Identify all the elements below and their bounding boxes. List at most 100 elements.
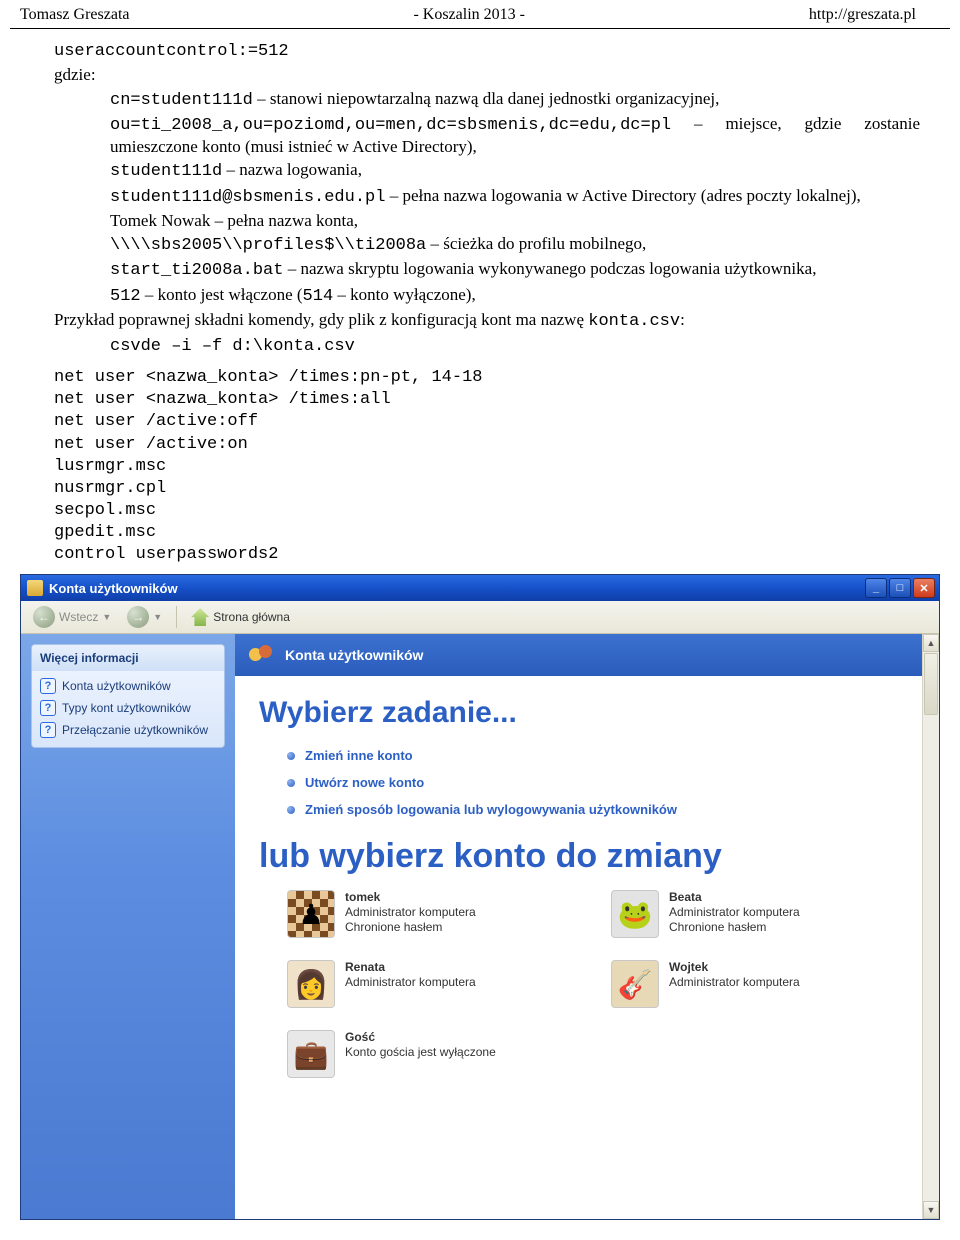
task-label: Zmień inne konto <box>305 748 413 763</box>
task-change-account[interactable]: Zmień inne konto <box>287 748 915 763</box>
text-inline: – konto wyłączone), <box>333 285 476 304</box>
avatar: 💼 <box>287 1030 335 1078</box>
user-accounts-window: Konta użytkowników _ □ ✕ ← Wstecz ▼ → ▼ … <box>20 574 940 1220</box>
user-note: Chronione hasłem <box>669 920 800 935</box>
sidebar-link-accounts[interactable]: ? Konta użytkowników <box>32 675 224 697</box>
code-inline: cn=student111d <box>110 91 253 110</box>
cmd-line: gpedit.msc <box>54 522 920 544</box>
main-banner: Konta użytkowników <box>235 634 939 676</box>
cmd-line: lusrmgr.msc <box>54 456 920 478</box>
sidebar-link-switch-users[interactable]: ? Przełączanie użytkowników <box>32 719 224 741</box>
cmd-line: nusrmgr.cpl <box>54 478 920 500</box>
task-change-logon[interactable]: Zmień sposób logowania lub wylogowywania… <box>287 802 915 817</box>
code-inline: ou=ti_2008_a,ou=poziomd,ou=men,dc=sbsmen… <box>110 116 671 135</box>
code-inline: \\\\sbs2005\\profiles$\\ti2008a <box>110 236 426 255</box>
cmd-line: net user <nazwa_konta> /times:all <box>54 389 920 411</box>
help-icon: ? <box>40 722 56 738</box>
close-button[interactable]: ✕ <box>913 578 935 598</box>
avatar: 🎸 <box>611 960 659 1008</box>
arrow-left-icon: ← <box>33 606 55 628</box>
code-inline: student111d <box>110 162 222 181</box>
vertical-scrollbar[interactable]: ▲ ▼ <box>922 634 939 1219</box>
cmd-line: net user /active:off <box>54 411 920 433</box>
sidebar-card-title: Więcej informacji <box>32 645 224 671</box>
titlebar[interactable]: Konta użytkowników _ □ ✕ <box>21 575 939 601</box>
user-tile-guest[interactable]: 💼 Gość Konto gościa jest wyłączone <box>287 1030 591 1078</box>
toolbar: ← Wstecz ▼ → ▼ Strona główna <box>21 601 939 634</box>
task-label: Utwórz nowe konto <box>305 775 424 790</box>
user-name: Renata <box>345 960 476 975</box>
banner-title: Konta użytkowników <box>285 647 423 663</box>
minimize-button[interactable]: _ <box>865 578 887 598</box>
header-right: http://greszata.pl <box>809 6 916 24</box>
text-inline: – stanowi niepowtarzalną nazwą dla danej… <box>253 89 720 108</box>
user-tile-wojtek[interactable]: 🎸 Wojtek Administrator komputera <box>611 960 915 1008</box>
help-icon: ? <box>40 678 56 694</box>
home-button[interactable]: Strona główna <box>185 606 296 628</box>
text-inline: Przykład poprawnej składni komendy, gdy … <box>54 310 588 329</box>
arrow-right-icon: → <box>127 606 149 628</box>
cmd-line: secpol.msc <box>54 500 920 522</box>
user-name: Wojtek <box>669 960 800 975</box>
app-icon <box>27 580 43 596</box>
document-body: useraccountcontrol:=512 gdzie: cn=studen… <box>10 29 950 574</box>
code-inline: 512 <box>110 287 141 306</box>
task-create-account[interactable]: Utwórz nowe konto <box>287 775 915 790</box>
back-button[interactable]: ← Wstecz ▼ <box>27 604 117 630</box>
header-left: Tomasz Greszata <box>20 6 130 24</box>
code-inline: student111d@sbsmenis.edu.pl <box>110 188 385 207</box>
forward-button[interactable]: → ▼ <box>121 604 168 630</box>
sidebar-link-label: Typy kont użytkowników <box>62 701 191 715</box>
text-line: Tomek Nowak – pełna nazwa konta, <box>54 210 920 231</box>
code-inline: 514 <box>303 287 334 306</box>
avatar: ♟ <box>287 890 335 938</box>
scroll-thumb[interactable] <box>924 653 938 715</box>
command-block: net user <nazwa_konta> /times:pn-pt, 14-… <box>54 367 920 566</box>
user-role: Administrator komputera <box>345 905 476 920</box>
scroll-up-button[interactable]: ▲ <box>923 634 939 652</box>
page-header: Tomasz Greszata - Koszalin 2013 - http:/… <box>10 0 950 29</box>
home-label: Strona główna <box>213 610 290 624</box>
bullet-icon <box>287 806 295 814</box>
text-inline: – nazwa logowania, <box>222 160 362 179</box>
users-icon <box>249 644 275 666</box>
choose-account-heading: lub wybierz konto do zmiany <box>259 837 915 876</box>
user-tile-tomek[interactable]: ♟ tomek Administrator komputera Chronion… <box>287 890 591 938</box>
user-role: Konto gościa jest wyłączone <box>345 1045 496 1060</box>
back-label: Wstecz <box>59 610 98 624</box>
home-icon <box>191 608 209 626</box>
sidebar-link-label: Przełączanie użytkowników <box>62 723 208 737</box>
cmd-line: net user /active:on <box>54 434 920 456</box>
task-label: Zmień sposób logowania lub wylogowywania… <box>305 802 677 817</box>
text-inline: – konto jest włączone ( <box>141 285 303 304</box>
scroll-down-button[interactable]: ▼ <box>923 1201 939 1219</box>
code-inline: konta.csv <box>588 312 680 331</box>
sidebar: Więcej informacji ? Konta użytkowników ?… <box>21 634 235 1219</box>
sidebar-link-label: Konta użytkowników <box>62 679 171 693</box>
avatar: 🐸 <box>611 890 659 938</box>
user-name: Gość <box>345 1030 496 1045</box>
text-line: gdzie: <box>54 64 920 85</box>
help-icon: ? <box>40 700 56 716</box>
user-tile-beata[interactable]: 🐸 Beata Administrator komputera Chronion… <box>611 890 915 938</box>
users-grid: ♟ tomek Administrator komputera Chronion… <box>287 890 915 1078</box>
text-inline: : <box>680 310 685 329</box>
maximize-button[interactable]: □ <box>889 578 911 598</box>
user-name: Beata <box>669 890 800 905</box>
cmd-line: net user <nazwa_konta> /times:pn-pt, 14-… <box>54 367 920 389</box>
bullet-icon <box>287 779 295 787</box>
code-line: useraccountcontrol:=512 <box>54 42 289 61</box>
dropdown-icon: ▼ <box>102 612 111 622</box>
user-note: Chronione hasłem <box>345 920 476 935</box>
choose-task-heading: Wybierz zadanie... <box>259 696 915 730</box>
code-inline: start_ti2008a.bat <box>110 261 283 280</box>
scroll-track[interactable] <box>923 716 939 1201</box>
text-inline: – pełna nazwa logowania w Active Directo… <box>385 186 860 205</box>
sidebar-link-account-types[interactable]: ? Typy kont użytkowników <box>32 697 224 719</box>
user-tile-renata[interactable]: 👩 Renata Administrator komputera <box>287 960 591 1008</box>
bullet-icon <box>287 752 295 760</box>
text-inline: – ścieżka do profilu mobilnego, <box>426 234 646 253</box>
header-center: - Koszalin 2013 - <box>413 6 525 24</box>
avatar: 👩 <box>287 960 335 1008</box>
text-inline: – nazwa skryptu logowania wykonywanego p… <box>283 259 816 278</box>
